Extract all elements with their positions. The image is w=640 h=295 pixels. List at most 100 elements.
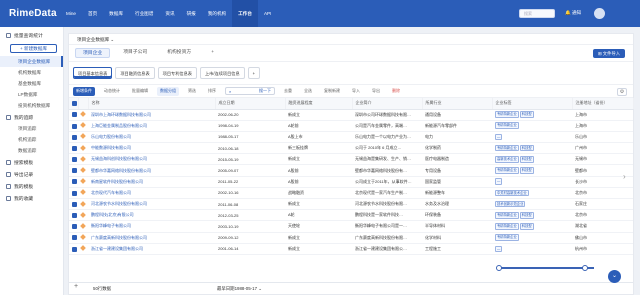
table-row[interactable]: 乐山电力股份有限公司 1988-05-17 A股上市 乐山电力是一个以电力产业为… 电力… (69, 131, 633, 144)
nav-item-industry-map[interactable]: 行业图谱 (129, 0, 159, 27)
file-import-button[interactable]: ⊞ 文件导入 (593, 49, 625, 58)
sheet-tab-listing[interactable]: 上市/连续项目信息 (199, 67, 245, 79)
cell-name[interactable]: 广东赛度高新科技股份有限公司 (88, 232, 215, 244)
export-button[interactable]: 导出 (369, 87, 383, 96)
nav-item-api[interactable]: API (258, 0, 277, 27)
cell-name[interactable]: 鹏程科技(北京)有限公司 (88, 209, 215, 222)
tab-subsidiary[interactable]: 项目子公司 (116, 48, 154, 58)
sidebar-group-batch-query[interactable]: 批量查询统计 (0, 29, 63, 41)
cell-name[interactable]: 深圳市上海环球数据科技有限公司 (88, 109, 215, 121)
delete-button[interactable]: 删除 (389, 87, 403, 96)
cell-name[interactable]: 中能数源科技有限公司 (88, 142, 215, 155)
tab-investor[interactable]: 机构投资方 (160, 48, 198, 58)
table-row[interactable]: 上海巨能金属制品股份有限公司 1998-04-19 A轮前 公司是汽车金属零件，高端…… (69, 120, 633, 132)
sidebar-group-search-templates[interactable]: 搜索模板 (0, 156, 63, 168)
table-row[interactable]: 广东赛度高新科技股份有限公司 2009-09-12 新成立 广东赛度高新科技股份有限…… (69, 232, 633, 244)
copy-new-button[interactable]: 复制新建 (321, 87, 343, 96)
row-checkbox[interactable] (69, 187, 78, 200)
row-checkbox[interactable] (69, 164, 78, 177)
header-industry[interactable]: 所属行业 (422, 98, 493, 110)
sidebar-item-investor-db[interactable]: 投资机构数据库 (0, 100, 63, 111)
header-checkbox[interactable] (69, 98, 79, 110)
sidebar-item-lp-db[interactable]: LP数据库 (0, 89, 63, 100)
gear-icon[interactable]: ⚙ (617, 88, 627, 96)
header-stage[interactable]: 融资进展程度 (285, 98, 353, 110)
scroll-handle-left[interactable] (496, 265, 502, 271)
column-summary[interactable]: 最早日期1988-05-17 ⌄ (217, 283, 262, 295)
table-row[interactable]: 河北源农节水科技股份有限公司 2011-06-08 新成立 河北源农节水科技股份有限…… (69, 198, 633, 211)
table-row[interactable]: 北京现代汽车有限公司 2002-10-16 战略融资 北京现代是一家汽车生产制… 新能源… (69, 187, 633, 200)
add-condition-button[interactable]: 新增条件 (73, 86, 95, 96)
header-desc[interactable]: 企业简介 (352, 98, 423, 110)
checkbox[interactable] (72, 123, 77, 129)
sidebar-item-data-tracking[interactable]: 数据追踪 (0, 145, 63, 156)
sort-button[interactable]: 排序 (205, 87, 219, 96)
sidebar-item-project-db[interactable]: 项目企业数据库 (0, 56, 63, 67)
table-row[interactable]: 无锡益海科创科技股份有限公司 2015-05-19 新成立 无锡益海是集研发、生产、销… (69, 153, 633, 166)
checkbox[interactable] (72, 157, 77, 163)
checkbox[interactable] (72, 190, 77, 196)
header-tags[interactable]: 企业标签 (492, 98, 573, 110)
sidebar-item-org-db[interactable]: 机构数据库 (0, 67, 63, 78)
sidebar-item-fund-db[interactable]: 基金数据库 (0, 78, 63, 89)
table-row[interactable]: 鹏程科技(北京)有限公司 2012-03-25 A轮 鹏程科技是一家软件科技… 环保装备… (69, 209, 633, 222)
row-checkbox[interactable] (69, 142, 78, 155)
nav-item-mine[interactable]: Mine (60, 0, 82, 27)
checkbox[interactable] (72, 100, 77, 106)
nav-item-workbench[interactable]: 工作台 (232, 0, 258, 27)
sheet-tab-financing[interactable]: 项目融资信息表 (115, 67, 155, 79)
sidebar-item-project-tracking[interactable]: 项目追踪 (0, 123, 63, 134)
cell-name[interactable]: 浙江省一建建设集团有限公司 (88, 243, 215, 255)
cell-name[interactable]: 河北源农节水科技股份有限公司 (88, 198, 215, 211)
group-button[interactable]: 数据分组 (157, 86, 179, 96)
cell-name[interactable]: 无锡益海科创科技股份有限公司 (88, 153, 215, 166)
checkbox[interactable] (72, 168, 77, 174)
scroll-handle-right[interactable] (582, 265, 588, 271)
sidebar-group-favorites[interactable]: 我的收藏 (0, 192, 63, 204)
table-row[interactable]: 浙江省一建建设集团有限公司 2001-06-14 新成立 浙江省一建建设集团有限公… 工… (69, 243, 633, 255)
row-checkbox[interactable] (69, 209, 78, 222)
batch-edit-button[interactable]: 批量编辑 (129, 87, 151, 96)
nav-item-news[interactable]: 资讯 (159, 0, 180, 27)
checkbox[interactable] (72, 134, 77, 140)
checkbox[interactable] (72, 145, 77, 151)
avatar[interactable] (594, 8, 605, 19)
sidebar-group-export-records[interactable]: 导出记录 (0, 168, 63, 180)
new-database-button[interactable]: + 新建数据库 (10, 44, 57, 53)
table-row[interactable]: 新南星软件科技股份有限公司 2011-05-22 A股前 公司成立于2011年，从事软… (69, 176, 633, 188)
select-all-button[interactable]: 全选 (301, 87, 315, 96)
cell-name[interactable]: 壁都市华嘉网络科技股份有限公司 (88, 164, 215, 177)
nav-item-database[interactable]: 数据库 (103, 0, 129, 27)
table-search-input[interactable]: ⌕ 搜一下 (225, 87, 275, 95)
row-checkbox[interactable] (69, 232, 78, 244)
add-tab-button[interactable]: + (204, 48, 221, 58)
header-name[interactable]: 名称 (88, 98, 216, 110)
chevron-right-icon[interactable]: › (623, 172, 626, 181)
table-row[interactable]: 衡阳华峰电子有限公司 2003-10-19 天使轮 衡阳华峰电子有限公司是一… 半导体材… (69, 220, 633, 233)
add-sheet-button[interactable]: + (247, 67, 260, 79)
row-checkbox[interactable] (69, 131, 78, 144)
sidebar-group-my-templates[interactable]: 我的模板 (0, 180, 63, 192)
notification-link[interactable]: 🔔 通知 (565, 10, 581, 16)
row-checkbox[interactable] (69, 220, 78, 233)
cell-name[interactable]: 新南星软件科技股份有限公司 (88, 176, 215, 188)
checkbox[interactable] (72, 246, 77, 252)
checkbox[interactable] (72, 201, 77, 207)
cell-name[interactable]: 北京现代汽车有限公司 (88, 187, 215, 200)
table-row[interactable]: 中能数源科技有限公司 2010-06-18 新三板挂牌 公司于 2010年 6 月成立… (69, 142, 633, 155)
logo[interactable]: RimeData (0, 8, 60, 19)
header-addr[interactable]: 注册地址（省份） (572, 98, 634, 110)
horizontal-scrollbar[interactable] (496, 265, 598, 271)
row-checkbox[interactable] (69, 109, 78, 121)
tab-project-company[interactable]: 项目企业 (75, 48, 111, 58)
dedupe-button[interactable]: 去重 (281, 87, 295, 96)
checkbox[interactable] (72, 224, 77, 230)
sidebar-item-org-tracking[interactable]: 机构追踪 (0, 134, 63, 145)
nav-item-my-org[interactable]: 我的机构 (202, 0, 232, 27)
table-row[interactable]: 壁都市华嘉网络科技股份有限公司 2005-09-07 A股前 壁都市华嘉网络科技股份有… (69, 164, 633, 177)
scroll-down-button[interactable]: ⌄ (608, 270, 621, 283)
checkbox[interactable] (72, 235, 77, 241)
header-date[interactable]: 成立日期 (215, 98, 286, 110)
dynamic-stats-button[interactable]: 动态统计 (101, 87, 123, 96)
row-checkbox[interactable] (69, 153, 78, 166)
